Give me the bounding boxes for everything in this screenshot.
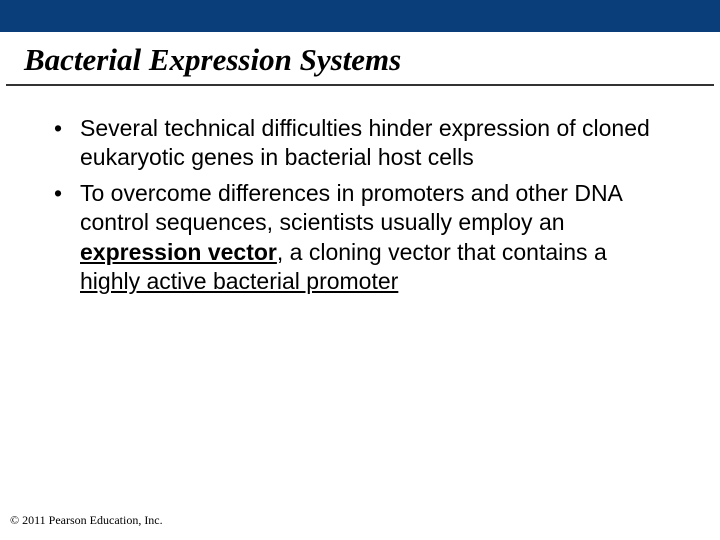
bullet-text-underlined: highly active bacterial promoter — [80, 268, 398, 294]
bullet-text-mid: , a cloning vector that contains a — [277, 239, 607, 265]
slide-content: Several technical difficulties hinder ex… — [0, 86, 720, 297]
top-bar — [0, 0, 720, 32]
bullet-item: Several technical difficulties hinder ex… — [52, 114, 668, 173]
bullet-text-pre: To overcome differences in promoters and… — [80, 180, 622, 235]
bullet-text: Several technical difficulties hinder ex… — [80, 115, 650, 170]
bullet-text-emphasis: expression vector — [80, 239, 277, 265]
slide-title: Bacterial Expression Systems — [6, 32, 714, 86]
bullet-list: Several technical difficulties hinder ex… — [52, 114, 668, 297]
copyright-text: © 2011 Pearson Education, Inc. — [10, 513, 163, 528]
bullet-item: To overcome differences in promoters and… — [52, 179, 668, 297]
